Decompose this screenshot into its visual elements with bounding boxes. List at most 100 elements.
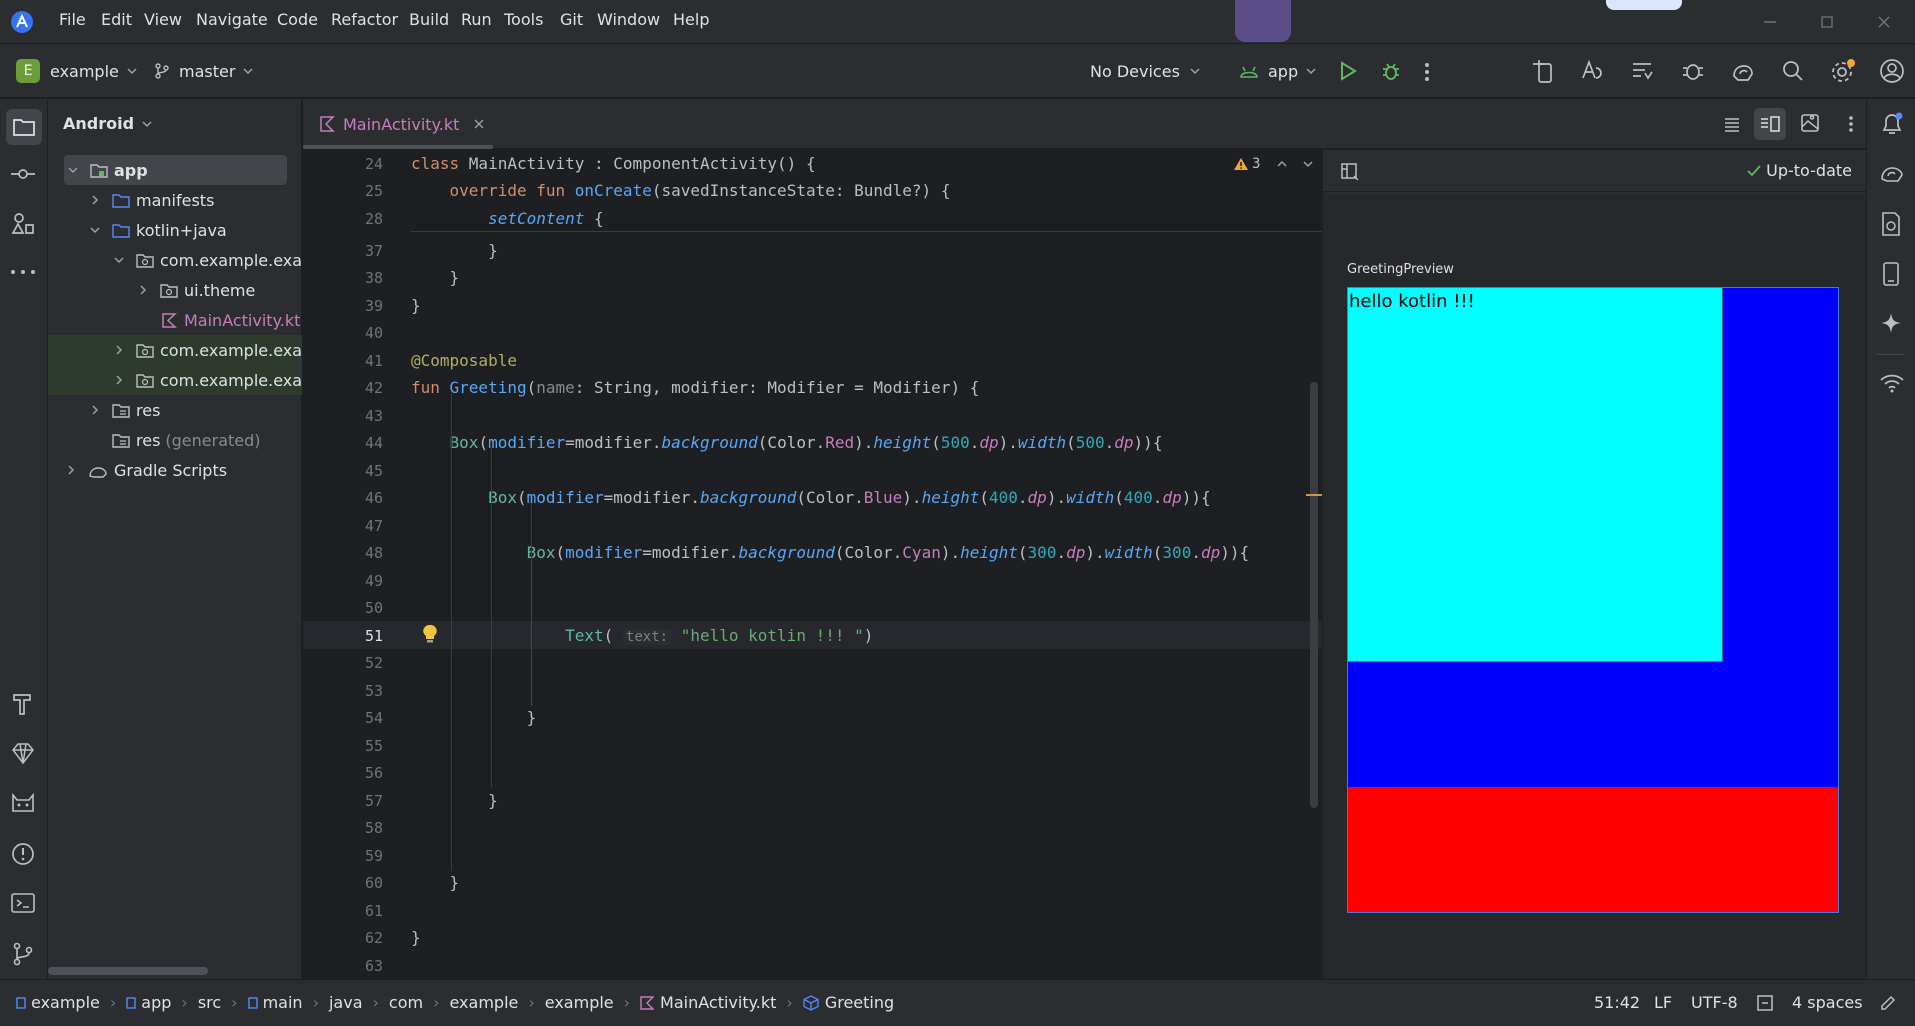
wifi-pairing-icon[interactable]	[1879, 372, 1905, 394]
tree-item-kotlin-java[interactable]: kotlin+java	[48, 215, 302, 245]
menu-tools[interactable]: Tools	[504, 10, 543, 29]
breadcrumb-item[interactable]: example	[545, 993, 614, 1012]
more-tools-icon[interactable]	[10, 269, 36, 275]
chevron-up-icon[interactable]	[1276, 158, 1288, 170]
project-folder-icon[interactable]	[6, 109, 42, 145]
restore-icon[interactable]	[1819, 14, 1835, 30]
intention-bulb-icon[interactable]	[422, 624, 438, 644]
version-control-icon[interactable]	[10, 941, 36, 967]
line-separator[interactable]: LF	[1654, 993, 1672, 1012]
breadcrumb-item[interactable]: java	[329, 993, 363, 1012]
code-line: }	[411, 928, 421, 947]
menu-view[interactable]: View	[144, 10, 182, 29]
vertical-scrollbar[interactable]	[1310, 382, 1318, 808]
breadcrumb-item[interactable]: example	[449, 993, 518, 1012]
code-editor[interactable]: 3 class MainActivity : ComponentActivity…	[411, 150, 1322, 979]
function-cube-icon	[803, 994, 819, 1011]
resource-manager-icon[interactable]	[10, 211, 36, 237]
horizontal-scrollbar[interactable]	[48, 967, 208, 975]
chevron-down-icon[interactable]	[1302, 158, 1314, 170]
device-explorer-icon[interactable]	[1879, 211, 1903, 237]
logcat-icon[interactable]	[10, 791, 36, 815]
minimize-icon[interactable]	[1762, 14, 1778, 30]
line-number: 55	[364, 737, 383, 755]
tree-item-manifests[interactable]: manifests	[48, 185, 302, 215]
menu-file[interactable]: File	[59, 10, 86, 29]
device-label: No Devices	[1090, 61, 1180, 81]
breadcrumb-item[interactable]: main	[263, 993, 303, 1012]
gem-icon[interactable]	[10, 741, 36, 765]
notifications-icon[interactable]	[1879, 111, 1905, 137]
tree-item-app[interactable]: app	[64, 155, 287, 185]
problems-icon[interactable]	[10, 841, 36, 867]
run-config-selector[interactable]: app	[1238, 56, 1328, 86]
indent-setting[interactable]: 4 spaces	[1792, 993, 1863, 1012]
menu-code[interactable]: Code	[277, 10, 318, 29]
tree-item-res[interactable]: res	[48, 395, 302, 425]
app-inspection-icon[interactable]	[1680, 58, 1706, 84]
preview-layout-icon[interactable]	[1340, 162, 1360, 182]
design-view-icon[interactable]	[1800, 113, 1820, 133]
tree-item-ui-theme[interactable]: ui.theme	[48, 275, 302, 305]
device-selector[interactable]: No Devices	[1090, 56, 1212, 86]
chevron-down-icon	[127, 68, 137, 75]
project-view-selector[interactable]: Android	[63, 114, 154, 133]
edit-lock-icon[interactable]	[1879, 994, 1897, 1012]
tree-item-package-main[interactable]: com.example.exam	[48, 245, 302, 275]
more-options-icon[interactable]	[1424, 62, 1430, 82]
tree-item-mainactivity[interactable]: MainActivity.kt	[48, 305, 302, 335]
breadcrumb-item[interactable]: MainActivity.kt	[660, 993, 776, 1012]
running-devices-icon[interactable]	[1879, 261, 1903, 287]
menu-git[interactable]: Git	[560, 10, 583, 29]
search-icon[interactable]	[1782, 60, 1804, 82]
caret-position[interactable]: 51:42	[1594, 993, 1640, 1012]
settings-gear-icon[interactable]	[1830, 58, 1856, 84]
build-hammer-icon[interactable]	[10, 691, 36, 717]
tree-item-package-test[interactable]: com.example.exam	[48, 365, 302, 395]
inspection-widget[interactable]: 3	[1233, 156, 1314, 172]
tab-mainactivity[interactable]: MainActivity.kt	[319, 99, 485, 149]
user-avatar-icon[interactable]	[1879, 58, 1905, 84]
folder-icon	[112, 193, 130, 208]
branch-selector[interactable]: master	[153, 56, 265, 86]
breadcrumb-item[interactable]: Greeting	[825, 993, 894, 1012]
menu-build[interactable]: Build	[409, 10, 449, 29]
menu-refactor[interactable]: Refactor	[331, 10, 398, 29]
readonly-toggle-icon[interactable]	[1756, 994, 1774, 1012]
translate-icon[interactable]	[1580, 58, 1604, 84]
tab-scroll-indicator	[303, 145, 493, 149]
menu-run[interactable]: Run	[461, 10, 492, 29]
tree-item-package-android-test[interactable]: com.example.exam	[48, 335, 302, 365]
close-window-icon[interactable]	[1876, 14, 1892, 30]
menu-edit[interactable]: Edit	[101, 10, 132, 29]
breadcrumb-item[interactable]: app	[141, 993, 171, 1012]
breadcrumb-item[interactable]: example	[31, 993, 100, 1012]
breadcrumb-item[interactable]: com	[389, 993, 423, 1012]
close-tab-icon[interactable]	[473, 118, 485, 130]
device-manager-icon[interactable]	[1530, 58, 1554, 84]
floating-widget[interactable]	[1235, 0, 1291, 42]
commit-icon[interactable]	[10, 163, 36, 185]
debug-icon[interactable]	[1380, 60, 1402, 82]
editor-more-icon[interactable]	[1848, 115, 1854, 133]
menu-help[interactable]: Help	[673, 10, 709, 29]
preview-render[interactable]: hello kotlin !!!	[1347, 287, 1839, 913]
terminal-icon[interactable]	[10, 891, 36, 915]
gradle-tool-icon[interactable]	[1879, 161, 1905, 185]
menu-navigate[interactable]: Navigate	[196, 10, 268, 29]
split-view-icon[interactable]	[1754, 108, 1786, 140]
floating-pill[interactable]	[1606, 0, 1682, 10]
code-view-icon[interactable]	[1723, 115, 1741, 133]
menu-window[interactable]: Window	[597, 10, 660, 29]
gemini-sparkle-icon[interactable]	[1879, 311, 1903, 335]
project-selector[interactable]: E example	[16, 56, 149, 86]
sync-gradle-icon[interactable]	[1730, 58, 1756, 84]
file-encoding[interactable]: UTF-8	[1691, 993, 1738, 1012]
run-icon[interactable]	[1338, 60, 1358, 82]
package-folder-icon	[136, 373, 154, 388]
box-cyan	[1348, 288, 1723, 662]
build-variants-icon[interactable]	[1630, 58, 1654, 84]
tree-item-gradle-scripts[interactable]: Gradle Scripts	[48, 455, 302, 485]
tree-item-res-generated[interactable]: res (generated)	[48, 425, 302, 455]
breadcrumb-item[interactable]: src	[198, 993, 221, 1012]
